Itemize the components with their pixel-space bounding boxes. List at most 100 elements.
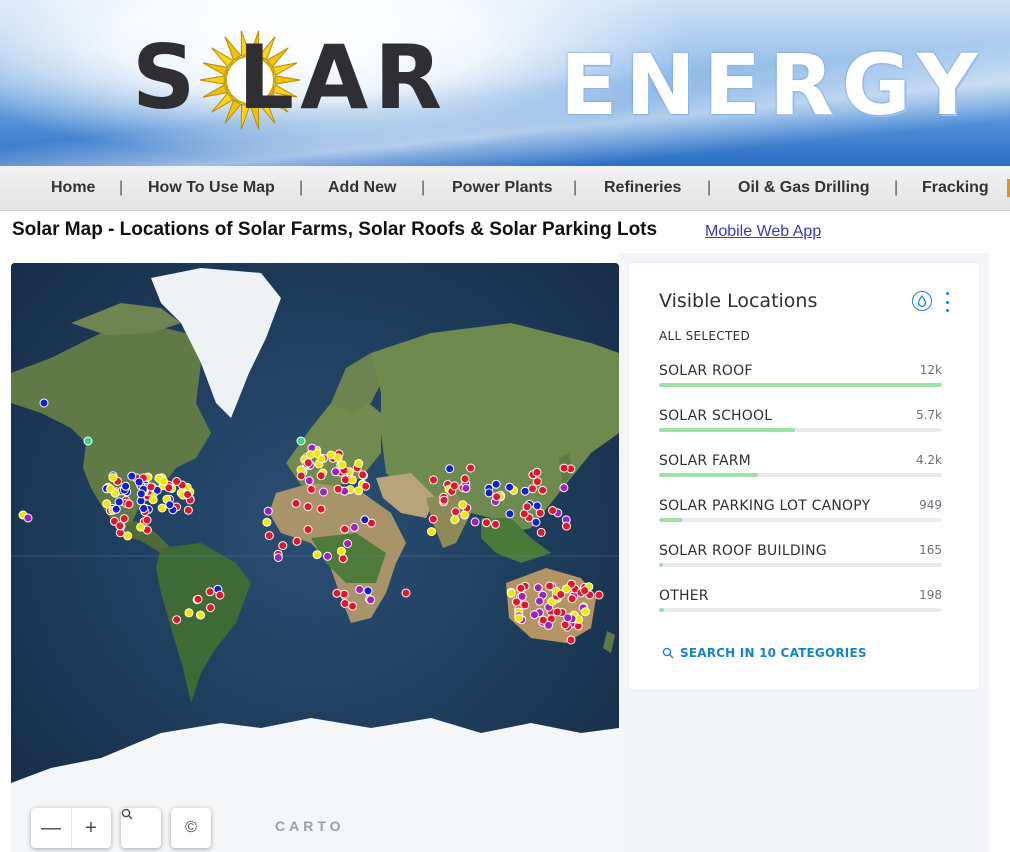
search-categories-button[interactable]: SEARCH IN 10 CATEGORIES	[662, 646, 867, 660]
map-marker[interactable]	[184, 608, 194, 618]
map-marker[interactable]	[108, 473, 118, 483]
map-marker[interactable]	[263, 506, 273, 516]
more-options-icon[interactable]	[943, 292, 951, 312]
map-marker[interactable]	[136, 522, 146, 532]
map-marker[interactable]	[305, 450, 315, 460]
map-marker[interactable]	[460, 474, 470, 484]
map-marker[interactable]	[366, 595, 376, 605]
map-marker[interactable]	[559, 463, 569, 473]
map-marker[interactable]	[142, 515, 152, 525]
map-marker[interactable]	[360, 515, 370, 525]
map-marker[interactable]	[303, 525, 313, 534]
map-marker[interactable]	[331, 467, 341, 477]
map-marker[interactable]	[339, 589, 349, 599]
map-marker[interactable]	[206, 603, 215, 613]
map-marker[interactable]	[115, 521, 125, 531]
nav-add-new[interactable]: Add New	[328, 179, 396, 197]
map-marker[interactable]	[470, 517, 480, 527]
map-marker[interactable]	[111, 504, 121, 514]
map-marker[interactable]	[183, 505, 193, 515]
map-marker[interactable]	[123, 531, 133, 541]
map-marker[interactable]	[594, 590, 604, 600]
map-marker[interactable]	[262, 517, 272, 527]
map-marker[interactable]	[136, 489, 146, 499]
map-marker[interactable]	[172, 476, 182, 486]
map-marker[interactable]	[429, 475, 438, 485]
map-marker[interactable]	[466, 463, 476, 473]
map-marker[interactable]	[127, 471, 137, 481]
map-marker[interactable]	[562, 521, 571, 531]
category-solar-roof[interactable]: SOLAR ROOF 12k	[659, 363, 942, 403]
map-marker[interactable]	[332, 588, 342, 598]
map-marker[interactable]	[102, 499, 112, 509]
map-marker[interactable]	[363, 586, 373, 596]
map-marker[interactable]	[559, 483, 569, 493]
map-marker[interactable]	[355, 585, 365, 594]
map-marker[interactable]	[491, 519, 500, 529]
map-marker[interactable]	[215, 590, 225, 600]
map-marker[interactable]	[340, 524, 350, 534]
map-marker[interactable]	[505, 482, 515, 492]
map-marker[interactable]	[566, 635, 576, 645]
map-marker[interactable]	[358, 470, 368, 480]
map-marker[interactable]	[536, 527, 546, 537]
map-marker[interactable]	[544, 620, 554, 630]
map-marker[interactable]	[545, 581, 555, 591]
map-marker[interactable]	[157, 503, 167, 513]
map-marker[interactable]	[39, 398, 49, 408]
map-marker[interactable]	[338, 554, 348, 564]
nav-oil-gas-drilling[interactable]: Oil & Gas Drilling	[738, 179, 870, 197]
nav-how-to-use-map[interactable]: How To Use Map	[148, 179, 275, 197]
map-marker[interactable]	[531, 517, 541, 527]
map-marker[interactable]	[533, 583, 543, 593]
nav-power-plants[interactable]: Power Plants	[452, 179, 552, 197]
map-marker[interactable]	[348, 601, 358, 611]
map-marker[interactable]	[548, 506, 558, 515]
map-marker[interactable]	[316, 504, 326, 514]
map-marker[interactable]	[532, 501, 542, 511]
map-marker[interactable]	[532, 467, 542, 477]
map-marker[interactable]	[139, 504, 149, 513]
category-other[interactable]: OTHER 198	[659, 588, 942, 628]
map-marker[interactable]	[491, 479, 501, 489]
map-marker[interactable]	[121, 481, 131, 491]
map-marker[interactable]	[124, 499, 134, 509]
map-marker[interactable]	[461, 483, 471, 493]
map-marker[interactable]	[340, 475, 350, 485]
map-marker[interactable]	[552, 607, 562, 617]
map-marker[interactable]	[303, 502, 313, 512]
nav-refineries[interactable]: Refineries	[604, 179, 681, 197]
map-marker[interactable]	[445, 464, 455, 474]
map-marker[interactable]	[196, 610, 205, 620]
attribution-button[interactable]: ©	[171, 808, 211, 848]
map-marker[interactable]	[337, 460, 347, 470]
map-marker[interactable]	[556, 590, 566, 599]
map-marker[interactable]	[567, 594, 577, 604]
map-marker[interactable]	[205, 587, 215, 597]
map-marker[interactable]	[535, 596, 544, 606]
nav-fracking[interactable]: Fracking	[922, 179, 989, 197]
map-marker[interactable]	[484, 488, 494, 498]
map-search-button[interactable]	[121, 808, 161, 848]
category-solar-roof-building[interactable]: SOLAR ROOF BUILDING 165	[659, 543, 942, 583]
map-marker[interactable]	[172, 615, 182, 625]
map-marker[interactable]	[291, 498, 301, 508]
map-marker[interactable]	[505, 509, 515, 519]
zoom-out-button[interactable]: —	[31, 808, 72, 848]
map-marker[interactable]	[105, 484, 115, 494]
map-marker[interactable]	[449, 481, 459, 491]
map-marker[interactable]	[23, 513, 33, 523]
map-marker[interactable]	[273, 553, 283, 562]
map-marker[interactable]	[428, 514, 438, 524]
map-marker[interactable]	[340, 599, 350, 608]
map-marker[interactable]	[528, 484, 537, 494]
map-marker[interactable]	[316, 471, 326, 481]
map-marker[interactable]	[83, 436, 93, 446]
map-marker[interactable]	[114, 497, 124, 507]
category-solar-school[interactable]: SOLAR SCHOOL 5.7k	[659, 408, 942, 448]
map-marker[interactable]	[146, 482, 156, 492]
map-marker[interactable]	[304, 476, 314, 486]
map-marker[interactable]	[492, 492, 502, 502]
map-marker[interactable]	[538, 485, 548, 495]
mobile-web-app-link[interactable]: Mobile Web App	[705, 223, 821, 241]
